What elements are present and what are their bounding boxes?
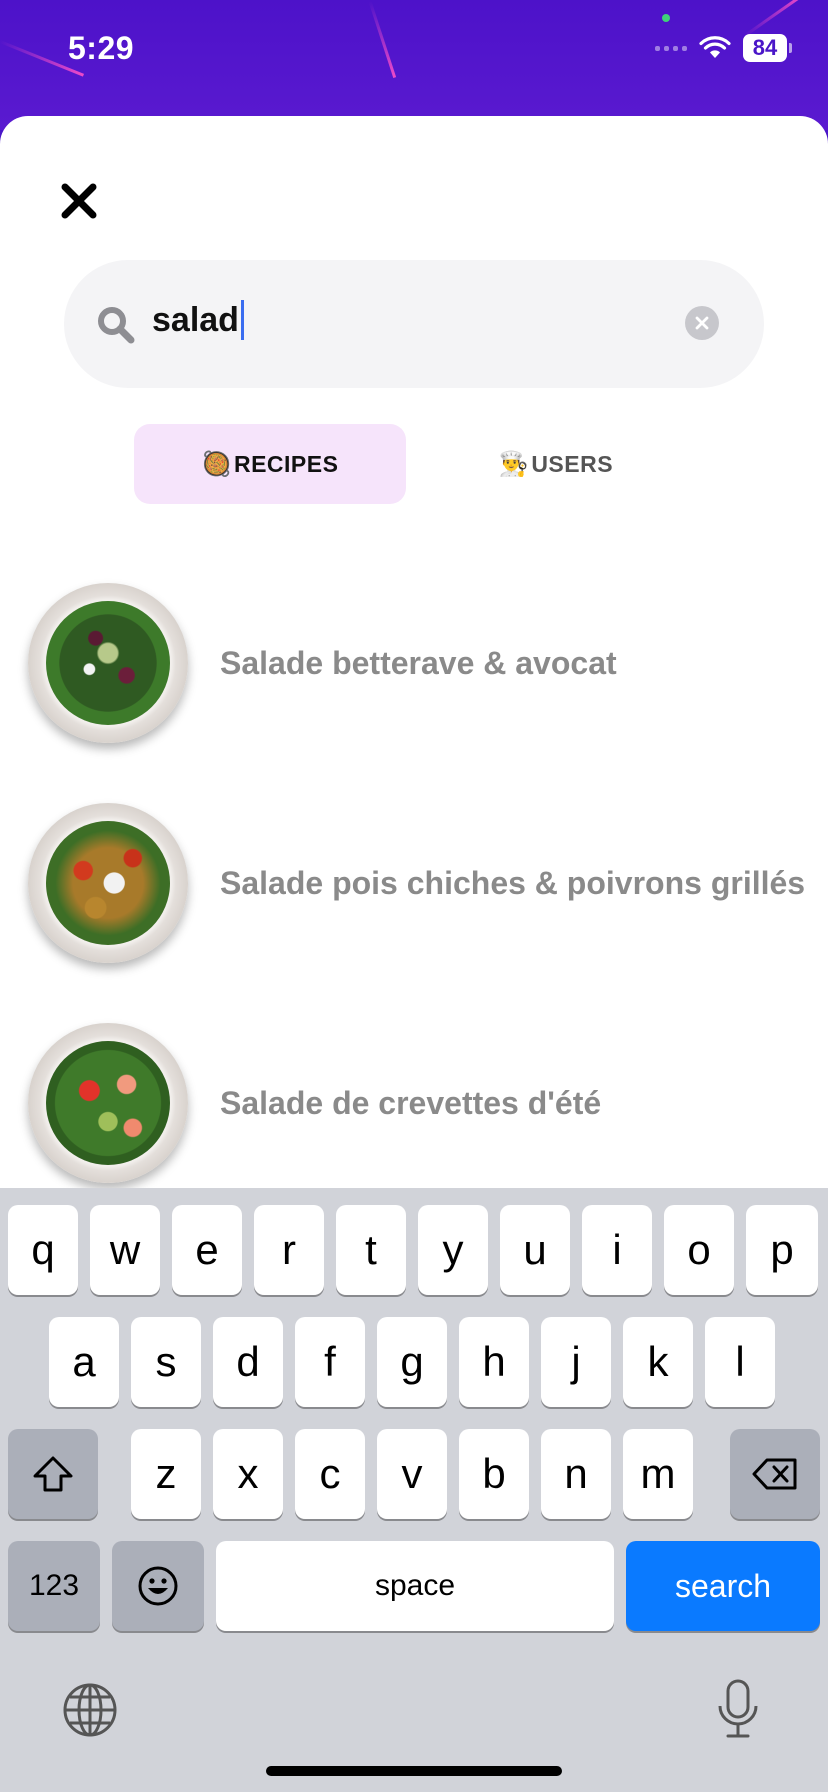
- battery-tip: [789, 43, 792, 53]
- status-bar: 5:29 84: [0, 0, 828, 100]
- key-s[interactable]: s: [131, 1317, 201, 1407]
- key-q[interactable]: q: [8, 1205, 78, 1295]
- key-i[interactable]: i: [582, 1205, 652, 1295]
- key-j[interactable]: j: [541, 1317, 611, 1407]
- status-time: 5:29: [68, 30, 135, 66]
- clear-icon: [695, 316, 709, 330]
- recipe-result-item[interactable]: Salade pois chiches & poivrons grillés: [28, 798, 828, 968]
- key-w[interactable]: w: [90, 1205, 160, 1295]
- key-f[interactable]: f: [295, 1317, 365, 1407]
- key-r[interactable]: r: [254, 1205, 324, 1295]
- dictation-button[interactable]: [716, 1678, 760, 1742]
- key-t[interactable]: t: [336, 1205, 406, 1295]
- key-h[interactable]: h: [459, 1317, 529, 1407]
- recipe-thumbnail: [28, 1023, 188, 1183]
- chef-icon: 👨‍🍳: [498, 450, 530, 478]
- search-input[interactable]: salad: [152, 300, 244, 340]
- shift-key[interactable]: [8, 1429, 98, 1519]
- close-icon: [61, 183, 97, 219]
- emoji-key[interactable]: [112, 1541, 204, 1631]
- space-key[interactable]: space: [216, 1541, 614, 1631]
- key-n[interactable]: n: [541, 1429, 611, 1519]
- microphone-icon: [718, 1679, 758, 1738]
- search-field[interactable]: salad: [64, 260, 764, 388]
- clear-search-button[interactable]: [685, 306, 719, 340]
- key-e[interactable]: e: [172, 1205, 242, 1295]
- tab-users[interactable]: 👨‍🍳 USERS: [420, 424, 692, 504]
- keyboard: q w e r t y u i o p a s d f g h j k l z …: [0, 1188, 828, 1792]
- search-icon: [98, 307, 135, 344]
- key-l[interactable]: l: [705, 1317, 775, 1407]
- key-o[interactable]: o: [664, 1205, 734, 1295]
- tab-recipes-label: RECIPES: [233, 450, 339, 477]
- recipe-title: Salade pois chiches & poivrons grillés: [220, 864, 806, 901]
- key-g[interactable]: g: [377, 1317, 447, 1407]
- globe-icon: [63, 1683, 117, 1737]
- shift-icon: [33, 1456, 73, 1492]
- recipe-result-item[interactable]: Salade betterave & avocat: [28, 578, 828, 748]
- status-icons: 84: [655, 34, 792, 62]
- key-u[interactable]: u: [500, 1205, 570, 1295]
- text-caret: [240, 300, 244, 340]
- key-y[interactable]: y: [418, 1205, 488, 1295]
- emoji-icon: [138, 1566, 178, 1606]
- key-m[interactable]: m: [623, 1429, 693, 1519]
- key-b[interactable]: b: [459, 1429, 529, 1519]
- key-c[interactable]: c: [295, 1429, 365, 1519]
- recipe-title: Salade betterave & avocat: [220, 644, 617, 681]
- recipe-result-item[interactable]: Salade de crevettes d'été: [28, 1018, 828, 1188]
- search-key[interactable]: search: [626, 1541, 820, 1631]
- tab-recipes[interactable]: 🥘 RECIPES: [134, 424, 406, 504]
- key-k[interactable]: k: [623, 1317, 693, 1407]
- key-d[interactable]: d: [213, 1317, 283, 1407]
- key-a[interactable]: a: [49, 1317, 119, 1407]
- key-p[interactable]: p: [746, 1205, 818, 1295]
- home-indicator: [266, 1766, 562, 1776]
- key-v[interactable]: v: [377, 1429, 447, 1519]
- close-button[interactable]: [54, 176, 104, 226]
- key-x[interactable]: x: [213, 1429, 283, 1519]
- globe-button[interactable]: [62, 1682, 118, 1738]
- recipe-thumbnail: [28, 583, 188, 743]
- key-z[interactable]: z: [131, 1429, 201, 1519]
- search-query: salad: [152, 300, 239, 339]
- recipe-title: Salade de crevettes d'été: [220, 1084, 602, 1121]
- paella-icon: 🥘: [201, 450, 232, 478]
- cellular-signal-icon: [655, 45, 687, 51]
- tab-users-label: USERS: [531, 450, 614, 477]
- battery-indicator: 84: [743, 34, 787, 62]
- backspace-icon: [752, 1458, 797, 1490]
- numbers-key[interactable]: 123: [8, 1541, 100, 1631]
- wifi-icon: [699, 36, 731, 58]
- recipe-thumbnail: [28, 803, 188, 963]
- delete-key[interactable]: [730, 1429, 820, 1519]
